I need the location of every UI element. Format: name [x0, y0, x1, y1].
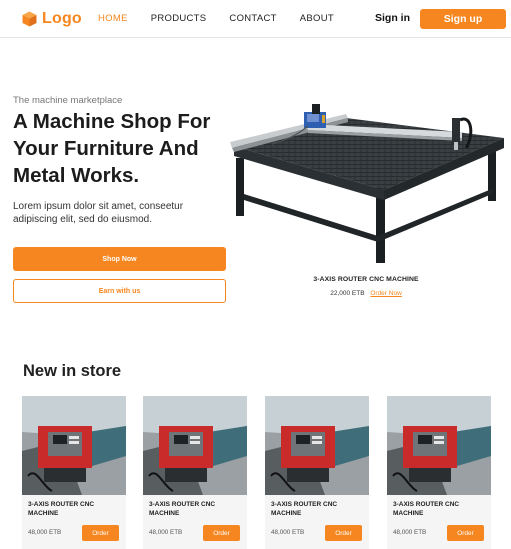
featured-price-row: 22,000 ETB Order Now	[268, 290, 464, 297]
sign-up-button[interactable]: Sign up	[420, 9, 506, 29]
featured-price: 22,000 ETB	[330, 290, 365, 297]
sign-in-link[interactable]: Sign in	[375, 12, 410, 24]
product-card[interactable]: 3-AXIS ROUTER CNC MACHINE 48,000 ETB Ord…	[143, 396, 247, 549]
product-price: 48,000 ETB	[149, 529, 183, 536]
nav-home[interactable]: HOME	[98, 13, 128, 24]
order-button[interactable]: Order	[82, 525, 119, 541]
product-card[interactable]: 3-AXIS ROUTER CNC MACHINE 48,000 ETB Ord…	[387, 396, 491, 549]
nav-about[interactable]: ABOUT	[300, 13, 334, 24]
order-button[interactable]: Order	[447, 525, 484, 541]
plasma-cutter-image	[22, 396, 126, 495]
cube-icon	[22, 11, 37, 27]
product-price: 48,000 ETB	[271, 529, 305, 536]
plasma-cutter-image	[387, 396, 491, 495]
main-nav: HOME PRODUCTS CONTACT ABOUT	[98, 13, 357, 24]
product-card[interactable]: 3-AXIS ROUTER CNC MACHINE 48,000 ETB Ord…	[265, 396, 369, 549]
product-price: 48,000 ETB	[28, 529, 62, 536]
hero-title: A Machine Shop For Your Furniture And Me…	[13, 110, 211, 187]
hero-eyebrow: The machine marketplace	[13, 95, 123, 106]
product-grid: 3-AXIS ROUTER CNC MACHINE 48,000 ETB Ord…	[22, 396, 492, 549]
order-button[interactable]: Order	[325, 525, 362, 541]
product-name: 3-AXIS ROUTER CNC MACHINE	[271, 501, 338, 517]
nav-contact[interactable]: CONTACT	[229, 13, 276, 24]
plasma-cutter-image	[265, 396, 369, 495]
plasma-cutter-image	[143, 396, 247, 495]
product-name: 3-AXIS ROUTER CNC MACHINE	[393, 501, 460, 517]
order-button[interactable]: Order	[203, 525, 240, 541]
logo-text: Logo	[42, 10, 82, 27]
product-name: 3-AXIS ROUTER CNC MACHINE	[28, 501, 95, 517]
logo-link[interactable]: Logo	[22, 10, 82, 28]
hero-description: Lorem ipsum dolor sit amet, conseetur ad…	[13, 201, 184, 225]
new-in-store-title: New in store	[23, 362, 122, 380]
nav-products[interactable]: PRODUCTS	[151, 13, 207, 24]
product-name: 3-AXIS ROUTER CNC MACHINE	[149, 501, 216, 517]
product-card[interactable]: 3-AXIS ROUTER CNC MACHINE 48,000 ETB Ord…	[22, 396, 126, 549]
earn-with-us-button[interactable]: Earn with us	[13, 279, 226, 303]
product-price: 48,000 ETB	[393, 529, 427, 536]
site-header: Logo HOME PRODUCTS CONTACT ABOUT Sign in…	[0, 0, 511, 38]
cnc-plasma-table-image	[230, 104, 504, 263]
featured-product-name: 3-AXIS ROUTER CNC MACHINE	[313, 276, 419, 283]
featured-order-now-link[interactable]: Order Now	[370, 290, 401, 297]
shop-now-button[interactable]: Shop Now	[13, 247, 226, 271]
